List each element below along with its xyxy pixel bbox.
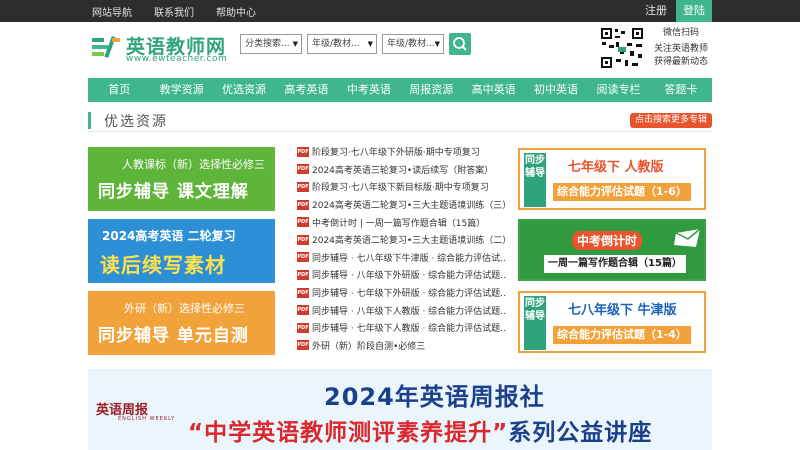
search-icon bbox=[453, 37, 467, 51]
banner-fltrp-selective-3[interactable]: 外研（新）选择性必修三 同步辅导 单元自测 bbox=[88, 291, 275, 355]
pdf-icon: PDF bbox=[297, 269, 309, 280]
qr-line1: 关注英语教师 bbox=[653, 44, 708, 54]
banner-title: 同步辅导 单元自测 bbox=[98, 326, 249, 346]
dropdown-arrow-icon: ▼ bbox=[434, 40, 440, 48]
list-item[interactable]: PDF 阶段复习·七八年级下新目标版·期中专项复习 bbox=[297, 178, 507, 196]
search-bar: 分类搜索... ▼ 年级/教材... ▼ 年级/教材... ▼ bbox=[240, 33, 471, 55]
list-item[interactable]: PDF 同步辅导 · 七年级下人教版 · 综合能力评估试题... bbox=[297, 319, 507, 337]
banner-rest: 系列公益讲座 bbox=[508, 420, 653, 446]
pdf-icon: PDF bbox=[297, 199, 309, 210]
list-item[interactable]: PDF 同步辅导 · 八年级下外研版 · 综合能力评估试题... bbox=[297, 266, 507, 284]
banner-title: 同步辅导 课文理解 bbox=[98, 182, 249, 202]
banner-subheadline: “中学英语教师测评素养提升”系列公益讲座 bbox=[188, 413, 652, 447]
list-item[interactable]: PDF 阶段复习·七八年级下外研版·期中专项复习 bbox=[297, 143, 507, 161]
pdf-icon: PDF bbox=[297, 217, 309, 228]
nav-gaokao[interactable]: 高考英语 bbox=[275, 78, 337, 102]
qr-text: 微信扫码 关注英语教师 获得最新动态 bbox=[650, 27, 712, 69]
top-bar: 网站导航 联系我们 帮助中心 注册 登陆 bbox=[0, 0, 800, 22]
pdf-icon: PDF bbox=[297, 181, 309, 192]
banner-vertical-tag: 同步辅导 bbox=[524, 296, 546, 350]
main-nav: 首页 教学资源 优选资源 高考英语 中考英语 周报资源 高中英语 初中英语 阅读… bbox=[88, 78, 712, 102]
banner-subtitle: 外研（新）选择性必修三 bbox=[124, 302, 245, 315]
envelope-icon bbox=[674, 228, 701, 247]
nav-reading[interactable]: 阅读专栏 bbox=[587, 78, 649, 102]
register-link[interactable]: 注册 bbox=[636, 0, 676, 22]
pdf-icon: PDF bbox=[297, 287, 309, 298]
contact-link[interactable]: 联系我们 bbox=[154, 4, 194, 19]
nav-middle-school[interactable]: 初中英语 bbox=[525, 78, 587, 102]
banner-subtitle: 2024高考英语 二轮复习 bbox=[102, 229, 236, 243]
list-item[interactable]: PDF 2024高考英语三轮复习•读后续写（附答案） bbox=[297, 161, 507, 179]
banner-subtitle: 一周一篇写作题合辑（15篇） bbox=[544, 255, 686, 273]
list-item[interactable]: PDF 中考倒计时 | 一周一篇写作题合辑（15篇） bbox=[297, 213, 507, 231]
pdf-icon: PDF bbox=[297, 146, 309, 157]
qr-title: 微信扫码 bbox=[662, 28, 699, 38]
site-logo[interactable]: 英语教师网 www.ewteacher.com bbox=[90, 30, 240, 66]
lecture-banner[interactable]: 英语周报 ENGLISH WEEKLY 2024年英语周报社 “中学英语教师测评… bbox=[88, 369, 712, 450]
publisher-logo-en: ENGLISH WEEKLY bbox=[118, 416, 176, 422]
banner-title: 中考倒计时 bbox=[572, 231, 643, 250]
site-nav-link[interactable]: 网站导航 bbox=[92, 4, 132, 19]
section-header: 优选资源 点击搜索更多专辑 bbox=[88, 110, 712, 132]
grade-select-1[interactable]: 年级/教材... ▼ bbox=[307, 34, 377, 54]
section-title: 优选资源 bbox=[104, 114, 168, 130]
list-item[interactable]: PDF 同步辅导 · 七八年级下牛津版 · 综合能力评估试... bbox=[297, 249, 507, 267]
banner-grade7-pep[interactable]: 同步辅导 七年级下 人教版 综合能力评估试题（1-6） bbox=[518, 148, 706, 210]
banner-title: 七年级下 人教版 bbox=[568, 160, 664, 175]
banner-grade78-oxford[interactable]: 同步辅导 七八年级下 牛津版 综合能力评估试题（1-4） bbox=[518, 291, 706, 353]
login-button[interactable]: 登陆 bbox=[676, 0, 712, 22]
pdf-icon: PDF bbox=[297, 340, 309, 351]
banner-title: 读后续写素材 bbox=[100, 253, 226, 277]
more-albums-button[interactable]: 点击搜索更多专辑 bbox=[629, 113, 712, 128]
grade-select-2[interactable]: 年级/教材... ▼ bbox=[382, 34, 444, 54]
pdf-icon: PDF bbox=[297, 252, 309, 263]
banner-subtitle: 人教课标（新）选择性必修三 bbox=[122, 158, 265, 171]
list-item[interactable]: PDF 2024高考英语二轮复习•三大主题语境训练（二） bbox=[297, 231, 507, 249]
list-item[interactable]: PDF 外研（新）阶段自测•必修三 bbox=[297, 337, 507, 355]
banner-vertical-tag: 同步辅导 bbox=[524, 153, 546, 207]
nav-weekly[interactable]: 周报资源 bbox=[400, 78, 462, 102]
list-item[interactable]: PDF 同步辅导 · 八年级下人教版 · 综合能力评估试题... bbox=[297, 301, 507, 319]
logo-url: www.ewteacher.com bbox=[126, 54, 228, 64]
banner-headline: 2024年英语周报社 bbox=[324, 383, 545, 411]
list-item[interactable]: PDF 同步辅导 · 七年级下外研版 · 综合能力评估试题... bbox=[297, 284, 507, 302]
banner-highlight: “中学英语教师测评素养提升” bbox=[188, 420, 509, 446]
pdf-icon: PDF bbox=[297, 234, 309, 245]
banner-subtitle: 综合能力评估试题（1-4） bbox=[553, 326, 691, 344]
banner-title: 七八年级下 牛津版 bbox=[568, 303, 677, 318]
banner-gaokao-continuation[interactable]: 2024高考英语 二轮复习 读后续写素材 bbox=[88, 219, 275, 283]
nav-answer-sheet[interactable]: 答题卡 bbox=[650, 78, 712, 102]
nav-high-school[interactable]: 高中英语 bbox=[462, 78, 524, 102]
pdf-icon: PDF bbox=[297, 164, 309, 175]
qr-code-icon bbox=[600, 27, 644, 69]
banner-subtitle: 综合能力评估试题（1-6） bbox=[553, 183, 691, 201]
list-item[interactable]: PDF 2024高考英语二轮复习•三大主题语境训练（三） bbox=[297, 196, 507, 214]
banner-pep-selective-3[interactable]: 人教课标（新）选择性必修三 同步辅导 课文理解 bbox=[88, 147, 275, 211]
nav-home[interactable]: 首页 bbox=[88, 78, 150, 102]
dropdown-arrow-icon: ▼ bbox=[367, 40, 373, 48]
resource-list: PDF 阶段复习·七八年级下外研版·期中专项复习 PDF 2024高考英语三轮复习•… bbox=[297, 143, 507, 354]
category-select[interactable]: 分类搜索... ▼ bbox=[240, 34, 302, 54]
nav-selected-resources[interactable]: 优选资源 bbox=[213, 78, 275, 102]
nav-zhongkao[interactable]: 中考英语 bbox=[338, 78, 400, 102]
dropdown-arrow-icon: ▼ bbox=[292, 40, 298, 48]
help-link[interactable]: 帮助中心 bbox=[216, 4, 256, 19]
banner-zhongkao-countdown[interactable]: 中考倒计时 一周一篇写作题合辑（15篇） bbox=[518, 219, 706, 281]
qr-line2: 获得最新动态 bbox=[653, 57, 708, 67]
section-bar bbox=[88, 112, 91, 129]
nav-teaching-resources[interactable]: 教学资源 bbox=[150, 78, 212, 102]
pdf-icon: PDF bbox=[297, 305, 309, 316]
search-button[interactable] bbox=[449, 33, 471, 55]
pdf-icon: PDF bbox=[297, 322, 309, 333]
logo-icon bbox=[92, 35, 120, 59]
top-links: 网站导航 联系我们 帮助中心 bbox=[92, 0, 256, 22]
